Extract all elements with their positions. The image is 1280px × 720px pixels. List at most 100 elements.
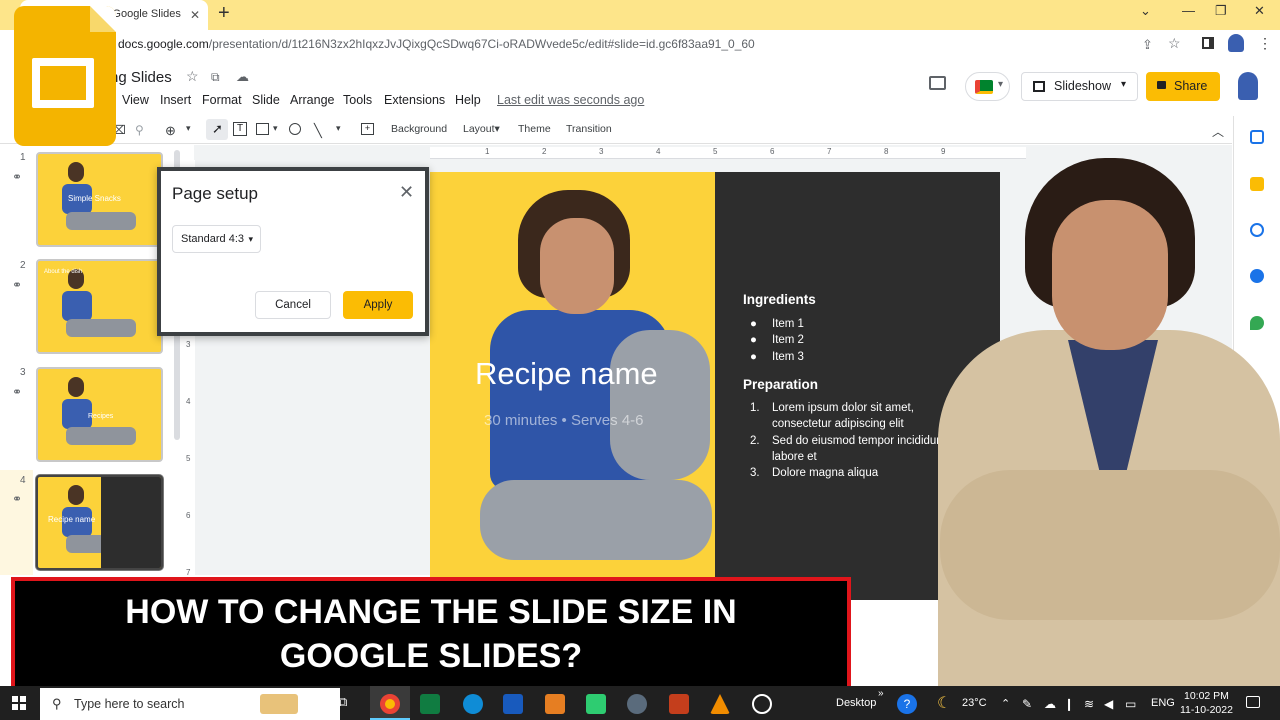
slide-thumbnail-2[interactable]: About the dish bbox=[36, 259, 163, 354]
onedrive-icon[interactable]: ☁ bbox=[1044, 697, 1056, 711]
move-folder-icon[interactable]: ⧉ bbox=[211, 70, 220, 85]
share-page-icon[interactable]: ⇪ bbox=[1142, 37, 1153, 53]
last-edit-link[interactable]: Last edit was seconds ago bbox=[497, 93, 644, 107]
slide-thumbnail-3[interactable]: Recipes bbox=[36, 367, 163, 462]
image-icon[interactable] bbox=[256, 123, 269, 135]
meet-button[interactable]: ▾ bbox=[965, 72, 1010, 101]
account-avatar[interactable] bbox=[1238, 72, 1258, 100]
menu-insert[interactable]: Insert bbox=[160, 93, 191, 107]
menu-view[interactable]: View bbox=[122, 93, 149, 107]
minimize-button[interactable]: — bbox=[1182, 3, 1195, 18]
maps-icon[interactable] bbox=[1250, 316, 1264, 330]
weather-moon-icon[interactable]: ☾ bbox=[937, 693, 951, 713]
menu-tools[interactable]: Tools bbox=[343, 93, 372, 107]
step-item[interactable]: 1. Lorem ipsum dolor sit amet, bbox=[750, 400, 914, 417]
chevron-down-icon[interactable]: ⌄ bbox=[1140, 3, 1151, 19]
task-view-icon[interactable]: ⧉ bbox=[338, 694, 358, 714]
edge-icon[interactable] bbox=[463, 694, 483, 714]
chevron-down-icon: ▾ bbox=[248, 234, 253, 244]
shape-icon[interactable] bbox=[289, 123, 301, 135]
battery-icon[interactable]: ▭ bbox=[1125, 697, 1136, 711]
background-button[interactable]: Background bbox=[391, 123, 447, 135]
excel-icon[interactable] bbox=[420, 694, 440, 714]
chevron-right-icon[interactable]: » bbox=[878, 688, 884, 699]
step-item[interactable]: 3. Dolore magna aliqua bbox=[750, 465, 878, 482]
line-icon[interactable]: ╲ bbox=[314, 123, 322, 139]
url-host: docs.google.com bbox=[118, 37, 209, 51]
line-dropdown-icon[interactable]: ▾ bbox=[336, 123, 341, 134]
text-box-icon[interactable]: T bbox=[233, 122, 247, 136]
ingredient-item[interactable]: ● Item 2 bbox=[750, 332, 804, 349]
bookmark-star-icon[interactable]: ☆ bbox=[1168, 35, 1181, 52]
select-tool-button[interactable]: ➚ bbox=[206, 119, 228, 140]
maximize-button[interactable]: ❐ bbox=[1215, 3, 1227, 19]
tasks-icon[interactable] bbox=[1250, 223, 1264, 237]
layout-button[interactable]: Layout▾ bbox=[463, 123, 500, 135]
menu-slide[interactable]: Slide bbox=[252, 93, 280, 107]
slide-thumbnail-4[interactable]: Recipe name bbox=[36, 475, 163, 570]
pen-icon[interactable]: ✎ bbox=[1022, 697, 1032, 711]
camera-app-icon[interactable] bbox=[627, 694, 647, 714]
notifications-icon[interactable] bbox=[1246, 696, 1260, 708]
preparation-heading[interactable]: Preparation bbox=[743, 377, 818, 392]
recipe-subtitle[interactable]: 30 minutes • Serves 4-6 bbox=[484, 412, 644, 429]
star-icon[interactable]: ☆ bbox=[186, 68, 199, 85]
calendar-icon[interactable] bbox=[1250, 130, 1264, 144]
kebab-menu-icon[interactable]: ⋮ bbox=[1258, 35, 1272, 52]
slide-thumbnail-1[interactable]: Simple Snacks bbox=[36, 152, 163, 247]
slideshow-dropdown-icon[interactable]: ▾ bbox=[1121, 79, 1126, 90]
windows-start-icon[interactable] bbox=[12, 696, 26, 710]
transition-button[interactable]: Transition bbox=[566, 123, 612, 135]
microphone-icon[interactable]: ❙ bbox=[1064, 697, 1074, 711]
chrome-icon[interactable] bbox=[380, 694, 400, 714]
media-app-icon[interactable] bbox=[586, 694, 606, 714]
side-panel-icon[interactable] bbox=[1202, 37, 1214, 49]
document-title[interactable]: ng Slides bbox=[110, 69, 172, 86]
help-icon[interactable]: ? bbox=[897, 694, 917, 714]
collapse-toolbar-icon[interactable]: ︿ bbox=[1212, 123, 1224, 140]
ingredients-heading[interactable]: Ingredients bbox=[743, 292, 816, 307]
slide-photo-legs bbox=[480, 480, 712, 560]
desktop-toolbar[interactable]: Desktop bbox=[836, 697, 876, 709]
zoom-dropdown-icon[interactable]: ▾ bbox=[186, 123, 191, 134]
paint-roller-icon[interactable]: ⚲ bbox=[135, 123, 144, 137]
word-icon[interactable] bbox=[503, 694, 523, 714]
volume-icon[interactable]: ◀ bbox=[1104, 697, 1113, 711]
menu-arrange[interactable]: Arrange bbox=[290, 93, 334, 107]
wifi-icon[interactable]: ≋ bbox=[1084, 697, 1094, 711]
menu-extensions[interactable]: Extensions bbox=[384, 93, 445, 107]
language-indicator[interactable]: ENG bbox=[1151, 697, 1175, 709]
profile-avatar[interactable] bbox=[1228, 34, 1244, 52]
powerpoint-icon[interactable] bbox=[669, 694, 689, 714]
menu-help[interactable]: Help bbox=[455, 93, 481, 107]
new-tab-button[interactable]: + bbox=[218, 2, 230, 25]
folder-icon[interactable] bbox=[545, 694, 565, 714]
cloud-status-icon[interactable]: ☁ bbox=[236, 69, 249, 85]
keep-icon[interactable] bbox=[1250, 177, 1264, 191]
theme-button[interactable]: Theme bbox=[518, 123, 551, 135]
taskbar-widget-icon[interactable] bbox=[260, 694, 298, 714]
menu-format[interactable]: Format bbox=[202, 93, 242, 107]
image-dropdown-icon[interactable]: ▾ bbox=[273, 123, 278, 134]
cancel-button[interactable]: Cancel bbox=[255, 291, 331, 319]
slide-size-select[interactable]: Standard 4:3 ▾ bbox=[172, 225, 261, 253]
ingredient-item[interactable]: ● Item 3 bbox=[750, 349, 804, 366]
close-window-button[interactable]: ✕ bbox=[1254, 3, 1265, 19]
close-icon[interactable]: ✕ bbox=[399, 182, 414, 203]
contacts-icon[interactable] bbox=[1250, 269, 1264, 283]
zoom-icon[interactable]: ⊕ bbox=[165, 123, 176, 139]
step-item[interactable]: 2. Sed do eiusmod tempor incididunt bbox=[750, 433, 946, 450]
clock[interactable]: 10:02 PM 11-10-2022 bbox=[1180, 689, 1233, 717]
share-button[interactable]: Share bbox=[1146, 72, 1220, 101]
weather-temp[interactable]: 23°C bbox=[962, 697, 987, 709]
app-icon[interactable] bbox=[752, 694, 772, 714]
address-bar[interactable]: docs.google.com/presentation/d/1t216N3zx… bbox=[118, 37, 755, 51]
horizontal-ruler[interactable]: 1 2 3 4 5 6 7 8 9 bbox=[430, 147, 1026, 159]
comments-icon[interactable] bbox=[929, 76, 946, 90]
recipe-title[interactable]: Recipe name bbox=[475, 356, 658, 392]
comment-add-icon[interactable]: + bbox=[361, 123, 374, 135]
apply-button[interactable]: Apply bbox=[343, 291, 413, 319]
ingredient-item[interactable]: ● Item 1 bbox=[750, 316, 804, 333]
tab-close-icon[interactable]: ✕ bbox=[190, 8, 200, 22]
tray-overflow-icon[interactable]: ⌃ bbox=[1001, 697, 1010, 710]
